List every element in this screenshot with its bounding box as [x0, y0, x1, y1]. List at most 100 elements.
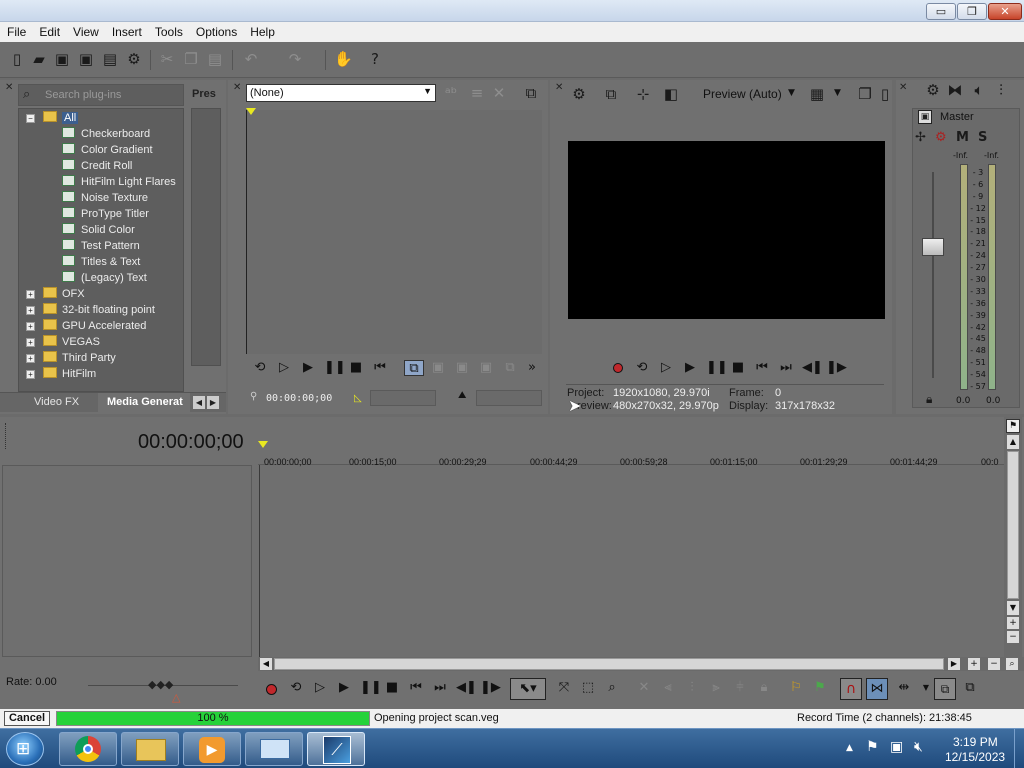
volume-muted-icon[interactable]: 🔇︎ [914, 739, 923, 755]
taskbar-chrome[interactable] [59, 732, 117, 766]
show-desktop-button[interactable] [1014, 729, 1024, 768]
paste-icon[interactable]: ▤ [206, 50, 224, 68]
rate-slider-handle-icon[interactable]: ◆◆◆ [148, 678, 173, 691]
tree-folder[interactable]: + HitFilm [26, 366, 96, 382]
zoom-tool-icon[interactable]: ⌕ [604, 680, 620, 696]
undo-icon[interactable]: ↶ [242, 50, 260, 68]
new-project-icon[interactable]: ▯ [8, 50, 26, 68]
tab-scroll-left-icon[interactable]: ◀ [193, 396, 205, 409]
tree-item[interactable]: Checkerboard [62, 126, 150, 142]
vertical-scrollbar[interactable]: ⚑ ▲ ▼ + − [1004, 417, 1022, 657]
expand-icon[interactable]: + [26, 370, 35, 379]
action-center-icon[interactable]: ⚑ [866, 739, 879, 755]
drag-handle[interactable] [5, 423, 8, 449]
play-from-start-icon[interactable]: ▷ [312, 680, 328, 696]
insert-icon[interactable]: ▣ [430, 360, 446, 376]
tree-item[interactable]: Solid Color [62, 222, 135, 238]
save-icon[interactable]: ▣ [53, 50, 71, 68]
menu-file[interactable]: File [0, 22, 32, 39]
show-hidden-icons-icon[interactable]: ▲ [846, 743, 853, 753]
menu-options[interactable]: Options [189, 22, 243, 39]
expand-icon[interactable]: + [26, 322, 35, 331]
go-to-start-icon[interactable]: ⏮ [754, 360, 770, 376]
expand-icon[interactable]: + [26, 354, 35, 363]
trim-icon[interactable]: ⫩ [732, 680, 748, 696]
trim-end-icon[interactable]: ⫸ [708, 680, 724, 696]
overlays-grid-icon[interactable]: ▦ [808, 85, 826, 103]
track-list[interactable] [2, 465, 252, 657]
start-button[interactable]: ⊞ [6, 732, 44, 766]
taskbar-explorer[interactable] [121, 732, 179, 766]
redo-icon[interactable]: ↷ [286, 50, 304, 68]
auto-crossfade-icon[interactable]: ⋈ [866, 678, 888, 700]
go-to-end-icon[interactable]: ⏭ [432, 680, 448, 696]
snapping-magnet-icon[interactable]: ∩ [840, 678, 862, 700]
tree-item[interactable]: (Legacy) Text [62, 270, 147, 286]
pause-icon[interactable]: ❚❚ [324, 360, 346, 376]
close-button[interactable]: ✕ [988, 3, 1022, 20]
split-screen-icon[interactable]: ⊹ [634, 85, 652, 103]
master-volume-fader[interactable] [922, 238, 944, 256]
flag-icon[interactable]: ⚑ [1006, 419, 1020, 433]
taskbar-remote-desktop[interactable] [245, 732, 303, 766]
clock-date[interactable]: 12/15/2023 [945, 750, 1005, 764]
master-bus-icon[interactable]: ▣ [918, 110, 932, 124]
video-preview-canvas[interactable] [568, 141, 885, 319]
envelope-tool-icon[interactable]: ⤧ [556, 680, 572, 696]
restore-button[interactable]: ❐ [957, 3, 987, 20]
copy-snapshot-icon[interactable]: ❐ [856, 85, 874, 103]
horizontal-scroll-thumb[interactable] [274, 658, 944, 670]
expand-icon[interactable]: + [26, 306, 35, 315]
tree-folder[interactable]: + Third Party [26, 350, 116, 366]
dim-output-icon[interactable]: 🔈︎ [970, 81, 988, 99]
scroll-right-icon[interactable]: ▶ [948, 658, 960, 670]
copy-icon[interactable]: ❐ [182, 50, 200, 68]
panel-close-icon[interactable]: ✕ [5, 82, 13, 93]
zoom-in-vertical-icon[interactable]: + [1007, 617, 1019, 629]
tab-video-fx[interactable]: Video FX [34, 396, 79, 408]
panel-close-icon[interactable]: ✕ [899, 82, 907, 93]
subclip-icon[interactable]: ⧉ [502, 360, 518, 376]
remove-icon[interactable]: ✕ [490, 84, 508, 102]
fx-gear-icon[interactable]: ⚙ [935, 130, 947, 145]
ripple-edit-icon[interactable]: ⇹ [896, 680, 912, 696]
ignore-grouping-icon[interactable]: ⧉ [962, 680, 978, 696]
lock-events-icon[interactable]: 🔒︎ [756, 680, 772, 696]
stop-icon[interactable]: ■ [348, 360, 364, 376]
record-icon[interactable] [613, 363, 623, 373]
pan-icon[interactable]: ✢ [915, 130, 926, 145]
collapse-icon[interactable]: − [26, 114, 35, 123]
taskbar-media-player[interactable]: ▶ [183, 732, 241, 766]
trimmer-media-select[interactable]: (None) ▼ [246, 84, 436, 102]
chevron-down-icon[interactable]: ▼ [834, 88, 841, 98]
tree-folder[interactable]: + VEGAS [26, 334, 100, 350]
chevron-down-icon[interactable]: ▼ [918, 680, 934, 696]
taskbar-vegas[interactable]: ⟋ [307, 732, 365, 766]
trimmer-display-icon[interactable]: ⧉ [522, 84, 540, 102]
chevron-down-icon[interactable]: ▼ [788, 88, 795, 98]
zoom-out-vertical-icon[interactable]: − [1007, 631, 1019, 643]
loop-icon[interactable]: ⟲ [634, 360, 650, 376]
go-to-start-icon[interactable]: ⏮ [408, 680, 424, 696]
menu-insert[interactable]: Insert [105, 22, 148, 39]
record-icon[interactable] [266, 684, 277, 695]
out-point-field[interactable] [476, 390, 542, 406]
preview-properties-gear-icon[interactable]: ⚙ [570, 85, 588, 103]
tree-item[interactable]: Noise Texture [62, 190, 148, 206]
panel-close-icon[interactable]: ✕ [555, 82, 563, 93]
selection-tool-icon[interactable]: ⬚ [580, 680, 596, 696]
zoom-out-horizontal-icon[interactable]: − [988, 658, 1000, 670]
tree-folder[interactable]: +32-bit floating point [26, 302, 155, 318]
tree-folder[interactable]: + GPU Accelerated [26, 318, 146, 334]
tree-item[interactable]: ProType Titler [62, 206, 149, 222]
search-input[interactable]: Search plug-ins [45, 89, 121, 101]
insert-region-icon[interactable]: ⚑ [812, 680, 828, 696]
abc-icon[interactable]: ᵃᵇ [442, 84, 460, 102]
menu-help[interactable]: Help [243, 22, 281, 39]
trimmer-view[interactable] [246, 110, 542, 354]
solo-button[interactable]: S [978, 130, 987, 145]
mute-button[interactable]: M [956, 130, 969, 145]
search-box[interactable]: ⌕ Search plug-ins [18, 84, 184, 106]
pause-icon[interactable]: ❚❚ [360, 680, 382, 696]
scopes-icon[interactable]: ◧ [662, 85, 680, 103]
